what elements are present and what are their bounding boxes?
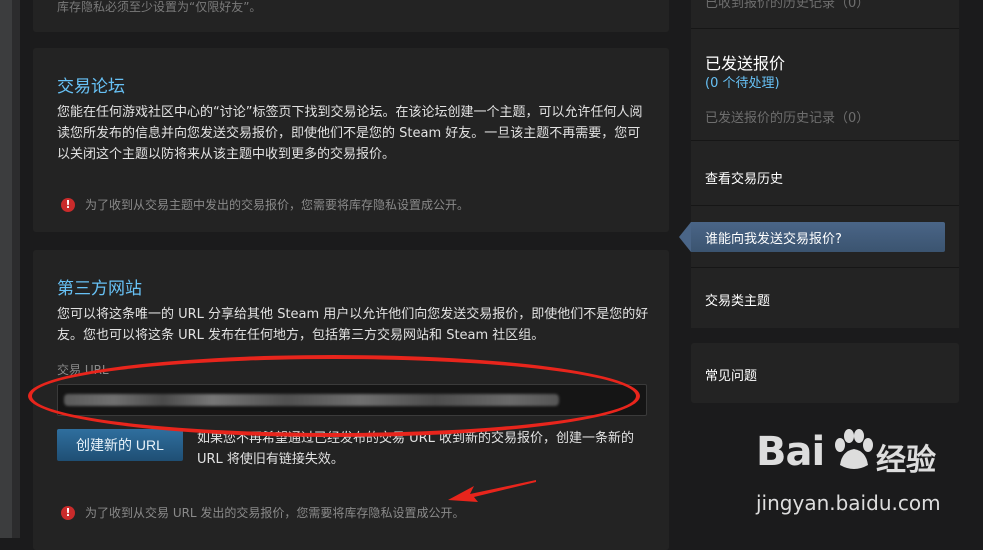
warning-icon: !	[61, 505, 75, 520]
sidebar-divider	[691, 140, 959, 141]
watermark-url: jingyan.baidu.com	[756, 491, 941, 515]
paw-icon	[835, 429, 873, 469]
trade-url-warning: ! 为了收到从交易 URL 发出的交易报价，您需要将库存隐私设置成公开。	[61, 504, 464, 521]
sidebar-divider	[691, 205, 959, 206]
trade-url-warning-text: 为了收到从交易 URL 发出的交易报价，您需要将库存隐私设置成公开。	[85, 506, 465, 520]
faq-link[interactable]: 常见问题	[705, 365, 757, 384]
annotation-ellipse	[28, 355, 640, 437]
sidebar-divider	[691, 28, 959, 29]
trade-forum-description: 您能在任何游戏社区中心的“讨论”标签页下找到交易论坛。在该论坛创建一个主题，可以…	[57, 105, 643, 162]
inventory-privacy-note: 库存隐私必须至少设置为“仅限好友”。	[57, 0, 262, 14]
sidebar-divider	[691, 267, 959, 268]
left-rail	[0, 0, 20, 538]
baidu-jingyan-watermark: Bai 经验 jingyan.baidu.com	[740, 425, 980, 525]
sent-history-link[interactable]: 已发送报价的历史记录（0）	[705, 107, 869, 126]
annotation-arrow	[448, 480, 536, 502]
who-can-send-offers-link[interactable]: 谁能向我发送交易报价?	[679, 222, 945, 252]
create-new-url-button[interactable]: 创建新的 URL	[57, 429, 183, 461]
received-history-link[interactable]: 已收到报价的历史记录（0）	[705, 0, 869, 11]
left-rail-inner	[12, 0, 20, 538]
trade-forum-panel: 交易论坛 您能在任何游戏社区中心的“讨论”标签页下找到交易论坛。在该论坛创建一个…	[33, 48, 669, 232]
trade-forum-title: 交易论坛	[57, 77, 125, 97]
who-can-send-offers-label: 谁能向我发送交易报价?	[705, 231, 842, 247]
watermark-brand-text: Bai	[756, 429, 825, 475]
sent-offers-heading[interactable]: 已发送报价	[705, 50, 785, 74]
trade-forum-warning-text: 为了收到从交易主题中发出的交易报价，您需要将库存隐私设置成公开。	[85, 198, 470, 212]
trade-forum-warning: ! 为了收到从交易主题中发出的交易报价，您需要将库存隐私设置成公开。	[61, 196, 469, 213]
view-trade-history-link[interactable]: 查看交易历史	[705, 168, 783, 187]
third-party-title: 第三方网站	[57, 279, 142, 299]
watermark-jingyan-text: 经验	[876, 443, 936, 478]
inventory-privacy-panel: 库存隐私必须至少设置为“仅限好友”。	[33, 0, 669, 32]
third-party-description: 您可以将这条唯一的 URL 分享给其他 Steam 用户以允许他们向您发送交易报…	[57, 307, 649, 343]
trade-topics-link[interactable]: 交易类主题	[705, 290, 770, 309]
sent-pending-count[interactable]: (0 个待处理)	[705, 72, 780, 91]
warning-icon: !	[61, 197, 75, 212]
